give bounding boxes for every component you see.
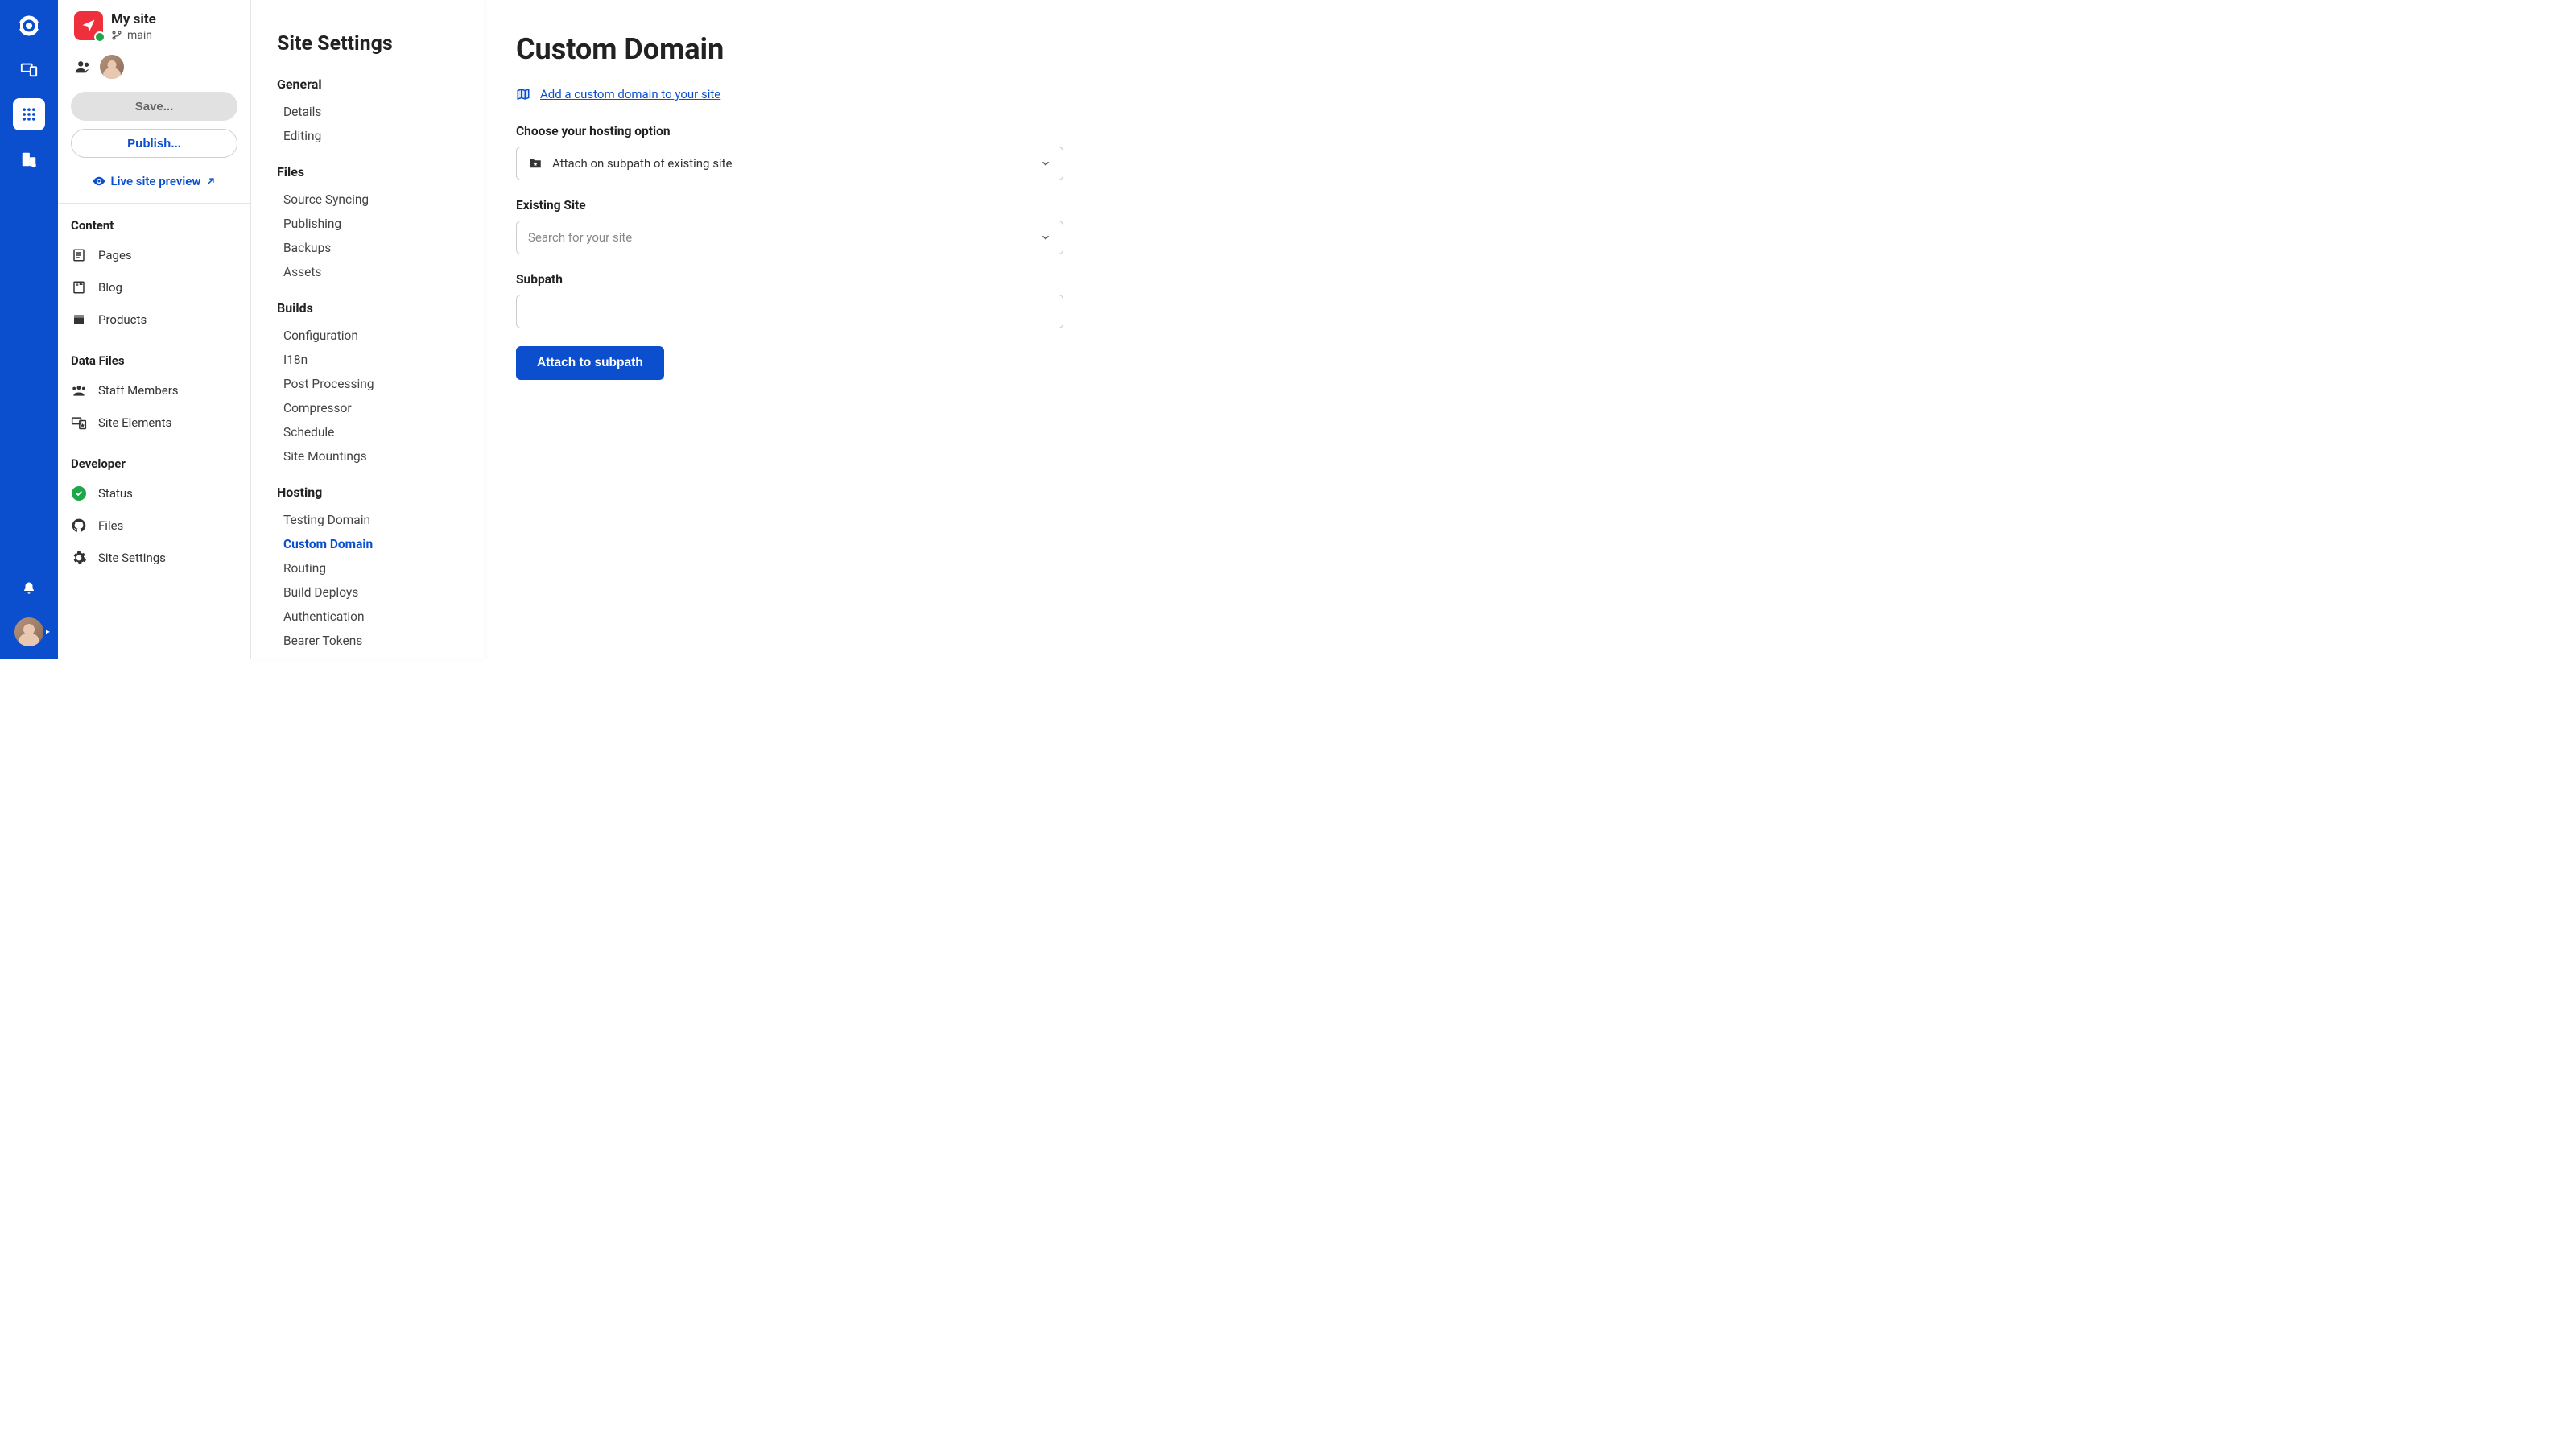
- sidebar: My site main Save... Publish... Live sit…: [58, 0, 251, 659]
- settings-item-source-syncing[interactable]: Source Syncing: [277, 188, 461, 212]
- settings-item-post-processing[interactable]: Post Processing: [277, 372, 461, 396]
- settings-item-editing[interactable]: Editing: [277, 124, 461, 148]
- section-title-developer: Developer: [71, 456, 237, 471]
- settings-title: Site Settings: [277, 32, 461, 56]
- settings-item-publishing[interactable]: Publishing: [277, 212, 461, 236]
- site-header[interactable]: My site main: [58, 11, 250, 48]
- gear-icon: [71, 550, 87, 566]
- sidebar-item-status[interactable]: Status: [71, 477, 237, 510]
- settings-item-details[interactable]: Details: [277, 100, 461, 124]
- hosting-option-select[interactable]: Attach on subpath of existing site: [516, 147, 1063, 180]
- site-name: My site: [111, 11, 156, 27]
- settings-item-routing[interactable]: Routing: [277, 556, 461, 580]
- box-icon: [71, 312, 87, 328]
- org-icon[interactable]: [13, 143, 45, 175]
- live-preview-link[interactable]: Live site preview: [58, 169, 250, 203]
- sidebar-label: Site Elements: [98, 415, 171, 430]
- settings-group-files: Files: [277, 164, 461, 180]
- sidebar-item-pages[interactable]: Pages: [71, 239, 237, 271]
- devices-icon[interactable]: [13, 53, 45, 85]
- site-icon: [74, 11, 103, 40]
- settings-nav: Site Settings General Details Editing Fi…: [251, 0, 484, 659]
- sidebar-label: Files: [98, 518, 123, 533]
- collaborator-avatar: [100, 55, 124, 79]
- map-icon: [516, 87, 530, 101]
- settings-item-site-mountings[interactable]: Site Mountings: [277, 444, 461, 469]
- existing-site-placeholder: Search for your site: [528, 230, 632, 245]
- settings-item-build-deploys[interactable]: Build Deploys: [277, 580, 461, 605]
- settings-item-testing-domain[interactable]: Testing Domain: [277, 508, 461, 532]
- apps-icon[interactable]: [13, 98, 45, 130]
- caret-right-icon: ▸: [46, 628, 50, 637]
- logo-icon[interactable]: [14, 11, 43, 40]
- site-users[interactable]: [58, 48, 250, 92]
- page-icon: [71, 247, 87, 263]
- people-icon: [74, 58, 92, 76]
- chevron-down-icon: [1040, 158, 1051, 169]
- nav-rail: ▸: [0, 0, 58, 659]
- github-icon: [71, 518, 87, 534]
- docs-link[interactable]: Add a custom domain to your site: [516, 87, 1143, 101]
- user-menu[interactable]: ▸: [14, 617, 43, 646]
- sidebar-label: Blog: [98, 280, 122, 295]
- settings-item-custom-domain[interactable]: Custom Domain: [277, 532, 461, 556]
- chevron-down-icon: [1040, 232, 1051, 243]
- folder-star-icon: [528, 156, 543, 171]
- settings-item-authentication[interactable]: Authentication: [277, 605, 461, 629]
- settings-item-configuration[interactable]: Configuration: [277, 324, 461, 348]
- section-title-datafiles: Data Files: [71, 353, 237, 368]
- docs-link-label: Add a custom domain to your site: [540, 87, 720, 101]
- sidebar-item-files[interactable]: Files: [71, 510, 237, 542]
- page-title: Custom Domain: [516, 32, 1143, 66]
- status-dot-icon: [94, 31, 105, 43]
- settings-group-hosting: Hosting: [277, 485, 461, 500]
- existing-site-select[interactable]: Search for your site: [516, 221, 1063, 254]
- devices-star-icon: [71, 415, 87, 431]
- sidebar-label: Products: [98, 312, 147, 327]
- settings-item-assets[interactable]: Assets: [277, 260, 461, 284]
- settings-item-compressor[interactable]: Compressor: [277, 396, 461, 420]
- sidebar-item-elements[interactable]: Site Elements: [71, 407, 237, 439]
- hosting-option-value: Attach on subpath of existing site: [552, 156, 732, 171]
- site-branch: main: [111, 29, 156, 42]
- publish-button[interactable]: Publish...: [71, 129, 237, 158]
- settings-item-bearer-tokens[interactable]: Bearer Tokens: [277, 629, 461, 653]
- main-content: Custom Domain Add a custom domain to you…: [484, 0, 1175, 659]
- status-icon: [71, 485, 87, 502]
- sidebar-item-settings[interactable]: Site Settings: [71, 542, 237, 574]
- settings-item-backups[interactable]: Backups: [277, 236, 461, 260]
- sidebar-item-blog[interactable]: Blog: [71, 271, 237, 303]
- subpath-label: Subpath: [516, 272, 1143, 287]
- branch-icon: [111, 30, 122, 41]
- branch-label: main: [127, 29, 152, 42]
- bell-icon[interactable]: [13, 572, 45, 605]
- settings-group-general: General: [277, 76, 461, 92]
- blog-icon: [71, 279, 87, 295]
- existing-site-label: Existing Site: [516, 198, 1143, 213]
- sidebar-item-products[interactable]: Products: [71, 303, 237, 336]
- subpath-input[interactable]: [516, 295, 1063, 328]
- external-link-icon: [205, 175, 217, 187]
- live-preview-label: Live site preview: [111, 174, 201, 188]
- sidebar-label: Staff Members: [98, 383, 179, 398]
- eye-icon: [92, 174, 106, 188]
- sidebar-item-staff[interactable]: Staff Members: [71, 374, 237, 407]
- attach-subpath-button[interactable]: Attach to subpath: [516, 346, 664, 380]
- sidebar-label: Pages: [98, 248, 132, 262]
- hosting-option-label: Choose your hosting option: [516, 124, 1143, 138]
- save-button[interactable]: Save...: [71, 92, 237, 121]
- sidebar-label: Status: [98, 486, 133, 501]
- section-title-content: Content: [71, 218, 237, 233]
- sidebar-label: Site Settings: [98, 551, 166, 565]
- people-icon: [71, 382, 87, 398]
- settings-group-builds: Builds: [277, 300, 461, 316]
- avatar-icon: [14, 617, 43, 646]
- settings-item-schedule[interactable]: Schedule: [277, 420, 461, 444]
- settings-item-i18n[interactable]: I18n: [277, 348, 461, 372]
